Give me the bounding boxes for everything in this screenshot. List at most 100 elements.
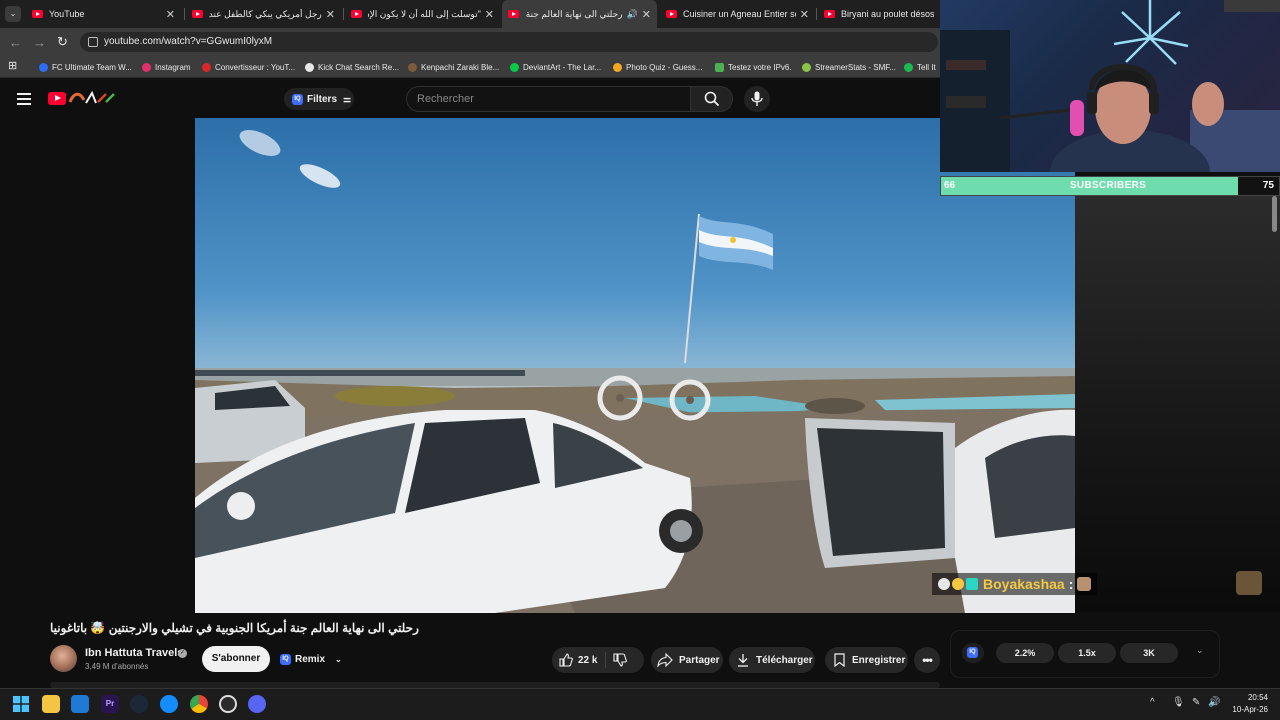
volume-icon[interactable]: 🔊 [1208, 697, 1220, 708]
share-button[interactable]: Partager [651, 647, 723, 673]
browser-tab-active[interactable]: رحلتي الى نهاية العالم جنة أم... 🔊 ✕ [502, 0, 657, 28]
search-input[interactable] [406, 86, 691, 112]
bookmark-item[interactable]: StreamerStats - SMF... [802, 60, 896, 74]
close-tab-icon[interactable]: ✕ [166, 8, 175, 21]
tab-title: رجل أمريكي يبكي كالطفل عندما... [209, 8, 322, 19]
obs-icon[interactable] [219, 695, 237, 713]
spotify-icon [904, 62, 913, 72]
bookmark-item[interactable]: Kick Chat Search Re... [305, 60, 399, 74]
youtube-favicon-icon [666, 10, 677, 18]
remix-label: Remix [295, 653, 326, 665]
bookmark-item[interactable]: Testez votre IPv6. [715, 60, 792, 74]
remix-button[interactable]: IQ Remix ⌄ [276, 648, 348, 670]
video-title: رحلتي الى نهاية العالم جنة أمريكا الجنوب… [50, 621, 419, 635]
download-icon [738, 654, 748, 667]
tab-title: Biryani au poulet désossé sp... [841, 9, 934, 19]
apps-grid-icon[interactable]: ⊞ [8, 59, 17, 72]
share-icon [657, 653, 673, 667]
premiere-pro-icon[interactable]: Pr [101, 695, 119, 713]
bookmark-item[interactable]: Tell It [904, 60, 936, 74]
subscriber-goal-target: 75 [1262, 180, 1274, 191]
file-explorer-icon[interactable] [42, 695, 60, 713]
iq-stat-multiplier: 1.5x [1058, 643, 1116, 663]
bookmarks-bar: ⊞ FC Ultimate Team W... Instagram Conver… [0, 56, 940, 78]
more-actions-button[interactable]: ••• [914, 647, 940, 673]
audio-playing-icon[interactable]: 🔊 [627, 9, 638, 20]
reload-icon[interactable]: ↻ [57, 34, 68, 50]
tab-title: Cuisiner un Agneau Entier sous... [683, 9, 796, 19]
search-button[interactable] [690, 86, 733, 112]
close-tab-icon[interactable]: ✕ [800, 8, 809, 21]
discord-icon[interactable] [248, 695, 266, 713]
filters-button[interactable]: IQ Filters ⚌ [284, 88, 354, 110]
streamer-webcam [940, 0, 1280, 172]
bookmark-label: Testez votre IPv6. [728, 62, 792, 72]
bookmark-label: Kick Chat Search Re... [318, 62, 399, 72]
iq-extension-icon: IQ [280, 653, 291, 665]
browser-tab[interactable]: "توسلت إلى الله أن لا يكون الإسلا... ✕ [345, 0, 500, 28]
bookmark-item[interactable]: FC Ultimate Team W... [39, 60, 132, 74]
browser-tab[interactable]: رجل أمريكي يبكي كالطفل عندما... ✕ [186, 0, 341, 28]
pen-icon[interactable]: ✎ [1192, 697, 1200, 708]
bookmark-favicon-icon [613, 62, 622, 72]
bookmark-item[interactable]: Convertisseur : YouT... [202, 60, 295, 74]
close-tab-icon[interactable]: ✕ [485, 8, 494, 21]
chrome-icon[interactable] [190, 695, 208, 713]
forward-arrow-icon[interactable]: → [33, 35, 46, 50]
youtube-logo-icon[interactable] [48, 92, 66, 105]
subscribe-button[interactable]: S'abonner [202, 646, 270, 672]
youtube-favicon-icon [32, 10, 43, 18]
chat-badge-icon [938, 578, 950, 590]
save-label: Enregistrer [852, 654, 906, 666]
close-tab-icon[interactable]: ✕ [326, 8, 335, 21]
chevron-down-icon[interactable]: ⌄ [1196, 645, 1204, 656]
steam-icon[interactable] [130, 695, 148, 713]
clock-time[interactable]: 20:54 [1236, 693, 1268, 702]
youtube-doodle-icon[interactable] [68, 90, 116, 106]
tab-search-dropdown[interactable]: ⌄ [5, 6, 21, 22]
bookmark-item[interactable]: Instagram [142, 60, 191, 74]
bookmark-item[interactable]: Kenpachi Zaraki Ble... [408, 60, 499, 74]
clock-date[interactable]: 10-Apr-26 [1222, 705, 1268, 714]
tab-title: "توسلت إلى الله أن لا يكون الإسلا... [368, 8, 481, 19]
address-bar[interactable]: youtube.com/watch?v=GGwumI0lyxM [80, 32, 938, 52]
like-button[interactable]: 22 k [552, 653, 597, 667]
browser-tab[interactable]: YouTube ✕ [26, 0, 181, 28]
save-button[interactable]: Enregistrer [825, 647, 908, 673]
iq-stat-count: 3K [1120, 643, 1178, 663]
hamburger-menu-icon[interactable] [17, 93, 31, 105]
bookmark-favicon-icon [408, 62, 417, 72]
bookmark-item[interactable]: Photo Quiz - Guess... [613, 60, 702, 74]
like-count: 22 k [578, 654, 598, 666]
bookmark-label: Tell It [917, 62, 936, 72]
channel-subscriber-count: 3,49 M d'abonnés [85, 662, 149, 671]
battlenet-icon[interactable] [160, 695, 178, 713]
bookmark-label: Instagram [155, 62, 191, 72]
bookmark-icon [834, 653, 845, 667]
sidebar-background [1075, 196, 1280, 612]
like-dislike-group: 22 k [552, 647, 644, 673]
scrollbar-thumb[interactable] [1272, 196, 1277, 232]
windows-start-icon[interactable] [13, 696, 29, 712]
browser-tab[interactable]: Cuisiner un Agneau Entier sous... ✕ [660, 0, 815, 28]
browser-tab[interactable]: Biryani au poulet désossé sp... [818, 0, 940, 28]
verified-badge-icon: ✓ [178, 649, 187, 658]
site-info-icon[interactable] [88, 37, 98, 47]
thumbs-down-icon[interactable] [613, 653, 628, 667]
bookmark-favicon-icon [305, 62, 314, 72]
microphone-icon[interactable]: 🎙 [1172, 697, 1185, 708]
download-button[interactable]: Télécharger [729, 647, 815, 673]
bookmark-item[interactable]: DeviantArt - The Lar... [510, 60, 601, 74]
bookmark-favicon-icon [202, 62, 211, 72]
bookmark-label: Kenpachi Zaraki Ble... [421, 62, 500, 72]
back-arrow-icon[interactable]: ← [9, 35, 22, 50]
chevron-up-icon[interactable]: ^ [1150, 697, 1155, 708]
subscriber-goal-label: SUBSCRIBERS [1069, 180, 1147, 191]
voice-search-button[interactable] [744, 86, 770, 112]
channel-name[interactable]: Ibn Hattuta Travels [85, 647, 183, 659]
channel-avatar[interactable] [50, 645, 77, 672]
close-tab-icon[interactable]: ✕ [642, 8, 651, 21]
more-horizontal-icon: ••• [922, 653, 933, 667]
chat-badge-icon [966, 578, 978, 590]
outlook-icon[interactable] [71, 695, 89, 713]
